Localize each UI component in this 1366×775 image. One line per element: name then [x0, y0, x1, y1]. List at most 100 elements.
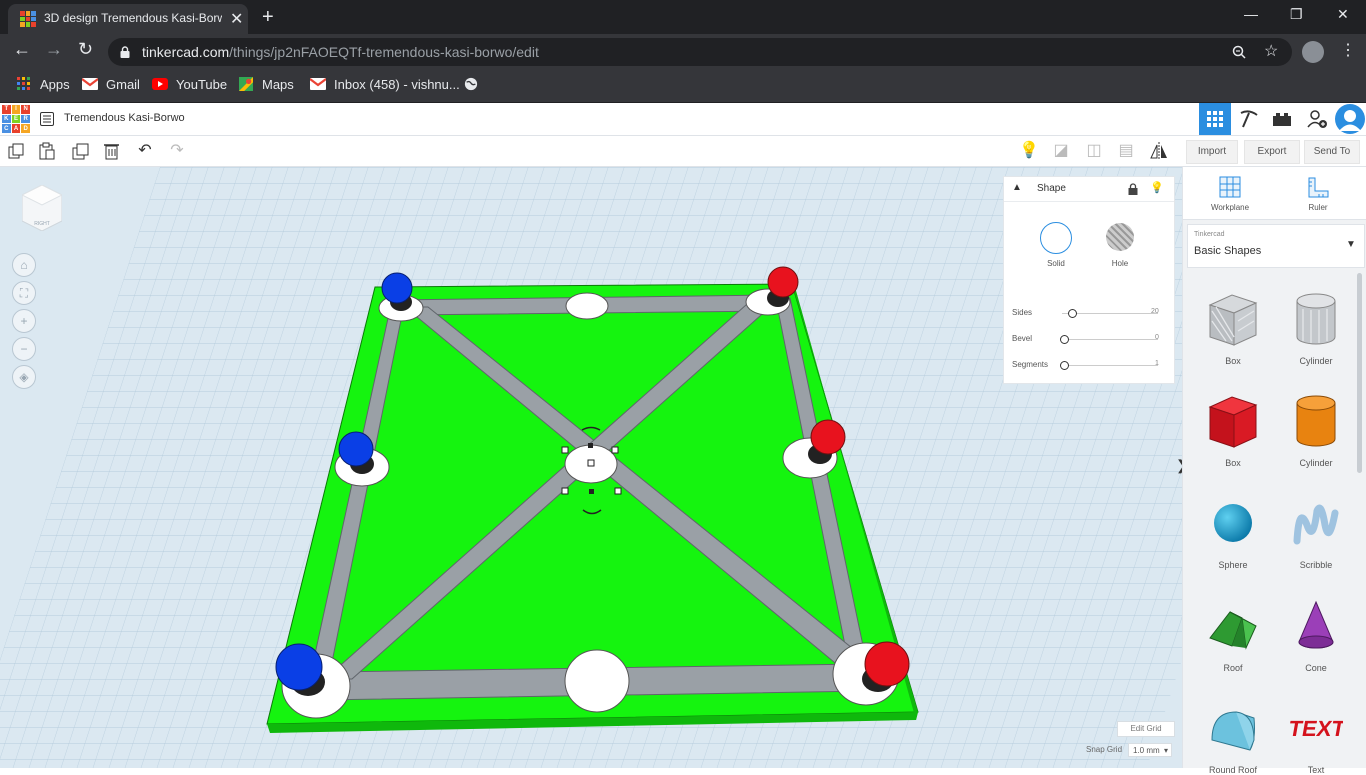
bookmarks-bar: Apps Gmail YouTube Maps Inbox (458) - vi…: [0, 70, 1366, 103]
solid-option[interactable]: [1040, 222, 1072, 254]
back-icon[interactable]: ←: [13, 39, 31, 60]
view-cube[interactable]: RIGHT: [22, 185, 62, 231]
sides-value[interactable]: 20: [1151, 308, 1159, 315]
resize-handle[interactable]: [611, 446, 619, 454]
snap-grid-select[interactable]: 1.0 mm ▾: [1128, 743, 1172, 757]
shape-roof[interactable]: Roof: [1196, 598, 1270, 673]
browser-tab[interactable]: 3D design Tremendous Kasi-Borw ✕: [8, 4, 248, 34]
bevel-slider[interactable]: [1060, 335, 1069, 344]
edge-handle[interactable]: [589, 489, 594, 494]
close-tab-icon[interactable]: ✕: [230, 9, 243, 29]
shape-label: Sphere: [1218, 560, 1248, 570]
ruler-tool[interactable]: Ruler: [1283, 176, 1353, 212]
tinkercad-logo[interactable]: T I N K E R C A D: [2, 105, 30, 133]
forward-icon[interactable]: →: [45, 39, 63, 60]
chevron-down-icon: ▾: [1163, 746, 1168, 755]
collapse-icon[interactable]: ▲: [1012, 182, 1022, 193]
bevel-value[interactable]: 0: [1155, 334, 1159, 341]
chrome-menu-icon[interactable]: ⋮: [1340, 40, 1356, 60]
height-handle[interactable]: [587, 459, 595, 467]
redo-icon[interactable]: ↷: [168, 142, 186, 160]
shape-label: Box: [1225, 458, 1241, 468]
hole-option[interactable]: [1106, 223, 1134, 251]
account-avatar[interactable]: [1334, 103, 1366, 135]
bookmark-inbox[interactable]: Inbox (458) - vishnu...: [310, 77, 460, 92]
profile-avatar[interactable]: [1302, 41, 1324, 63]
hole-bottom-middle[interactable]: [564, 649, 630, 713]
shape-cylinder[interactable]: Cylinder: [1279, 393, 1353, 468]
logo-letter: E: [11, 114, 21, 124]
bookmark-gmail[interactable]: Gmail: [82, 77, 140, 92]
bookmark-maps[interactable]: Maps: [238, 77, 294, 92]
restore-icon[interactable]: ❐: [1290, 6, 1303, 23]
edge-handle[interactable]: [588, 443, 593, 448]
minimize-icon[interactable]: —: [1244, 6, 1258, 22]
shape-label: Cylinder: [1299, 458, 1333, 468]
shape-sphere[interactable]: Sphere: [1196, 495, 1270, 570]
3d-view-button[interactable]: [1199, 103, 1231, 135]
lock-icon[interactable]: [1128, 183, 1138, 195]
paste-icon[interactable]: [39, 142, 55, 160]
bookmark-globe[interactable]: [463, 77, 487, 92]
align-icon[interactable]: ▤: [1117, 142, 1135, 160]
undo-icon[interactable]: ↶: [136, 142, 154, 160]
group-icon[interactable]: ◪: [1052, 142, 1070, 160]
category-select[interactable]: Tinkercad Basic Shapes ▼: [1187, 224, 1365, 268]
bricks-view-button[interactable]: [1266, 103, 1298, 135]
send-to-button[interactable]: Send To: [1304, 140, 1360, 164]
zoom-icon[interactable]: [1232, 45, 1246, 59]
duplicate-icon[interactable]: [72, 143, 89, 160]
export-button[interactable]: Export: [1244, 140, 1300, 164]
logo-letter: N: [21, 105, 30, 114]
segments-value[interactable]: 1: [1155, 360, 1159, 367]
workplane-tool[interactable]: Workplane: [1195, 176, 1265, 212]
zoom-in-icon[interactable]: +: [12, 309, 36, 333]
project-title[interactable]: Tremendous Kasi-Borwo: [64, 112, 185, 124]
shape-cone[interactable]: Cone: [1279, 598, 1353, 673]
bookmark-star-icon[interactable]: ☆: [1264, 41, 1278, 61]
library-tools: Workplane Ruler: [1183, 167, 1366, 220]
resize-handle[interactable]: [561, 487, 569, 495]
home-view-icon[interactable]: ⌂: [12, 253, 36, 277]
omnibox[interactable]: tinkercad.com/things/jp2nFAOEQTf-tremend…: [108, 38, 1292, 66]
shape-cylinder-hole[interactable]: Cylinder: [1279, 291, 1353, 366]
shape-box-hole[interactable]: Box: [1196, 291, 1270, 366]
roof-icon: [1209, 611, 1257, 650]
ungroup-icon[interactable]: ◫: [1085, 142, 1103, 160]
design-list-icon[interactable]: [40, 112, 54, 126]
resize-handle[interactable]: [614, 487, 622, 495]
invite-user-button[interactable]: [1301, 103, 1333, 135]
close-window-icon[interactable]: ✕: [1337, 6, 1349, 23]
mirror-icon[interactable]: [1150, 142, 1168, 160]
shape-label: Box: [1225, 356, 1241, 366]
light-bulb-icon[interactable]: 💡: [1150, 181, 1164, 194]
shape-text[interactable]: TEXT Text: [1279, 700, 1353, 775]
sides-slider[interactable]: [1068, 309, 1078, 318]
shape-scribble[interactable]: Scribble: [1279, 495, 1353, 570]
shapes-library-panel: Workplane Ruler Tinkercad Basic Shapes ▼…: [1182, 167, 1366, 775]
delete-icon[interactable]: [104, 142, 119, 160]
show-all-icon[interactable]: 💡: [1019, 142, 1039, 160]
import-button[interactable]: Import: [1186, 140, 1238, 164]
edit-grid-button[interactable]: Edit Grid: [1117, 721, 1175, 737]
address-bar-row: ← → ↻ tinkercad.com/things/jp2nFAOEQTf-t…: [0, 34, 1366, 70]
zoom-out-icon[interactable]: −: [12, 337, 36, 361]
new-tab-icon[interactable]: +: [262, 6, 274, 29]
shape-box[interactable]: Box: [1196, 393, 1270, 468]
bookmark-apps[interactable]: Apps: [16, 77, 70, 92]
hole-label: Hole: [1111, 259, 1129, 268]
fit-view-icon[interactable]: ⛶: [12, 281, 36, 305]
segments-track: [1062, 365, 1158, 366]
hole-top-middle[interactable]: [565, 292, 609, 320]
perspective-icon[interactable]: ◈: [12, 365, 36, 389]
box-hole-icon: [1208, 294, 1258, 346]
blocks-view-button[interactable]: [1233, 103, 1265, 135]
copy-icon[interactable]: [8, 143, 24, 159]
youtube-icon: [152, 78, 168, 90]
bookmark-youtube[interactable]: YouTube: [152, 77, 227, 92]
segments-slider[interactable]: [1060, 361, 1069, 370]
reload-icon[interactable]: ↻: [78, 39, 93, 60]
library-scrollbar[interactable]: [1357, 273, 1362, 473]
resize-handle[interactable]: [561, 446, 569, 454]
shape-round-roof[interactable]: Round Roof: [1196, 700, 1270, 775]
